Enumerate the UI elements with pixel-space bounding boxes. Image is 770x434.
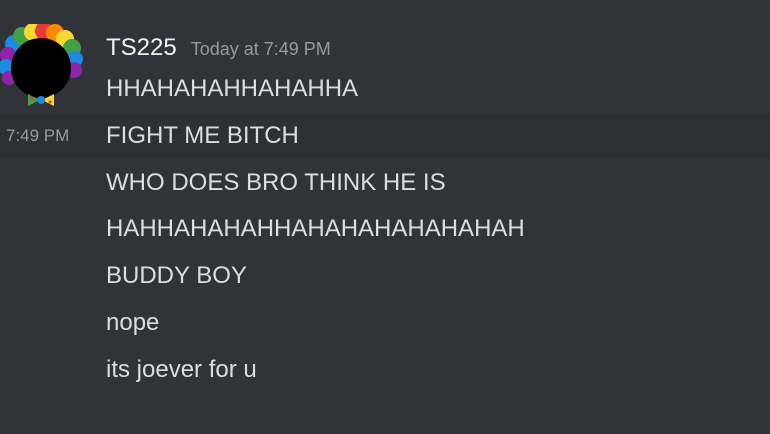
hover-timestamp[interactable]: 7:49 PM	[6, 126, 69, 146]
message-header: TS225 Today at 7:49 PM	[106, 34, 331, 66]
message-text: BUDDY BOY	[106, 262, 247, 289]
chat-message-group: TS225 Today at 7:49 PM HHAHAHAHHAHAHHA 7…	[0, 0, 770, 434]
message-line[interactable]: its joever for u	[0, 348, 770, 392]
message-text: HAHHAHAHAHHAHAHAHAHAHAHAH	[106, 215, 525, 242]
message-line[interactable]: HHAHAHAHHAHAHHA	[0, 67, 770, 111]
message-text: WHO DOES BRO THINK HE IS	[106, 169, 446, 196]
username[interactable]: TS225	[106, 34, 177, 62]
message-line-hovered[interactable]: 7:49 PM FIGHT ME BITCH	[0, 114, 770, 158]
message-line[interactable]: HAHHAHAHAHHAHAHAHAHAHAHAH	[0, 207, 770, 251]
message-line[interactable]: WHO DOES BRO THINK HE IS	[0, 161, 770, 205]
message-text: nope	[106, 309, 160, 336]
message-text: FIGHT ME BITCH	[106, 122, 299, 149]
message-timestamp[interactable]: Today at 7:49 PM	[191, 39, 331, 60]
message-text: HHAHAHAHHAHAHHA	[106, 75, 359, 102]
message-line[interactable]: BUDDY BOY	[0, 254, 770, 298]
message-line[interactable]: nope	[0, 301, 770, 345]
message-text: its joever for u	[106, 356, 257, 383]
